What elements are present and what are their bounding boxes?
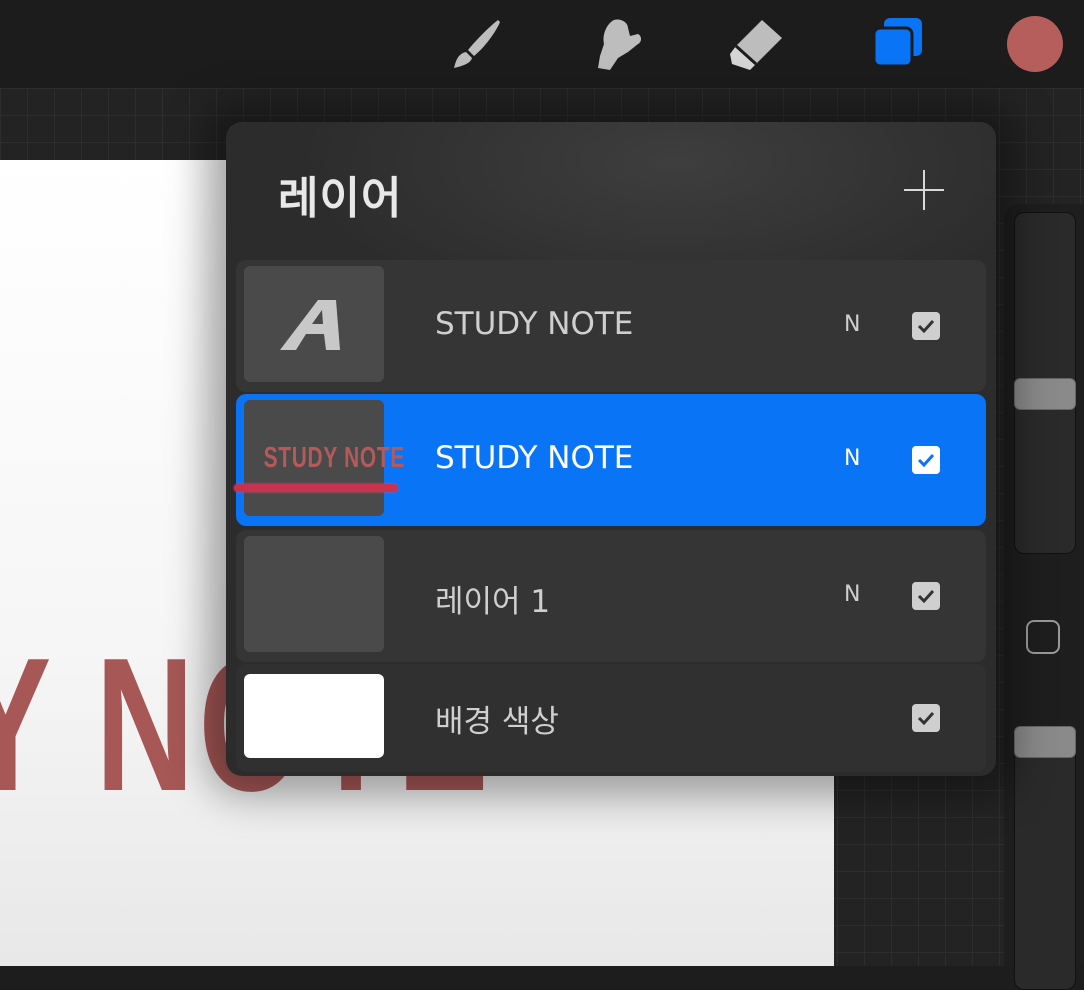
- layer-thumbnail: [244, 536, 384, 652]
- checkmark-icon: [917, 711, 935, 725]
- layers-icon: [872, 18, 922, 68]
- layer-thumbnail: [244, 266, 384, 382]
- add-layer-button[interactable]: [902, 168, 946, 212]
- layers-tool-button[interactable]: [864, 14, 928, 74]
- layer-name: STUDY NOTE: [435, 306, 634, 342]
- layer-visibility-checkbox[interactable]: [912, 582, 940, 610]
- checkmark-icon: [917, 453, 935, 467]
- layer-row[interactable]: 레이어 1 N: [236, 530, 986, 662]
- background-color-swatch: [244, 674, 384, 758]
- smudge-tool-button[interactable]: [586, 14, 650, 74]
- brush-icon: [454, 20, 500, 68]
- text-layer-icon: [280, 300, 340, 350]
- top-toolbar: [0, 0, 1084, 88]
- eraser-tool-button[interactable]: [724, 14, 788, 74]
- panel-title: 레이어: [278, 173, 403, 224]
- eraser-icon: [730, 20, 782, 70]
- blend-mode-button[interactable]: N: [844, 446, 860, 471]
- thumbnail-brush-stroke: [234, 484, 398, 492]
- blend-mode-button[interactable]: N: [844, 582, 860, 607]
- layer-visibility-checkbox[interactable]: [912, 446, 940, 474]
- brush-size-slider-thumb[interactable]: [1014, 378, 1076, 410]
- checkmark-icon: [917, 589, 935, 603]
- smudge-icon: [598, 19, 641, 70]
- layer-row[interactable]: STUDY NOTE N: [236, 260, 986, 392]
- blend-mode-button[interactable]: N: [844, 312, 860, 337]
- layer-name: STUDY NOTE: [435, 440, 634, 476]
- opacity-slider-thumb[interactable]: [1014, 726, 1076, 758]
- layer-name: 배경 색상: [435, 704, 559, 740]
- layer-thumbnail: STUDY NOTE: [234, 400, 406, 516]
- brush-tool-button[interactable]: [444, 14, 508, 74]
- checkmark-icon: [917, 319, 935, 333]
- layer-row-selected[interactable]: STUDY NOTE STUDY NOTE N: [234, 394, 986, 526]
- opacity-slider[interactable]: [1014, 728, 1076, 990]
- background-color-layer-row[interactable]: 배경 색상: [236, 664, 986, 772]
- thumbnail-artwork-text: STUDY NOTE: [263, 442, 406, 474]
- layers-panel: 레이어 STUDY NOTE N STUDY NOTE STUDY NOTE N…: [226, 122, 996, 776]
- modify-button[interactable]: [1026, 620, 1060, 654]
- layer-name: 레이어 1: [435, 584, 551, 620]
- layer-visibility-checkbox[interactable]: [912, 312, 940, 340]
- color-picker-button[interactable]: [1007, 16, 1063, 72]
- layer-visibility-checkbox[interactable]: [912, 704, 940, 732]
